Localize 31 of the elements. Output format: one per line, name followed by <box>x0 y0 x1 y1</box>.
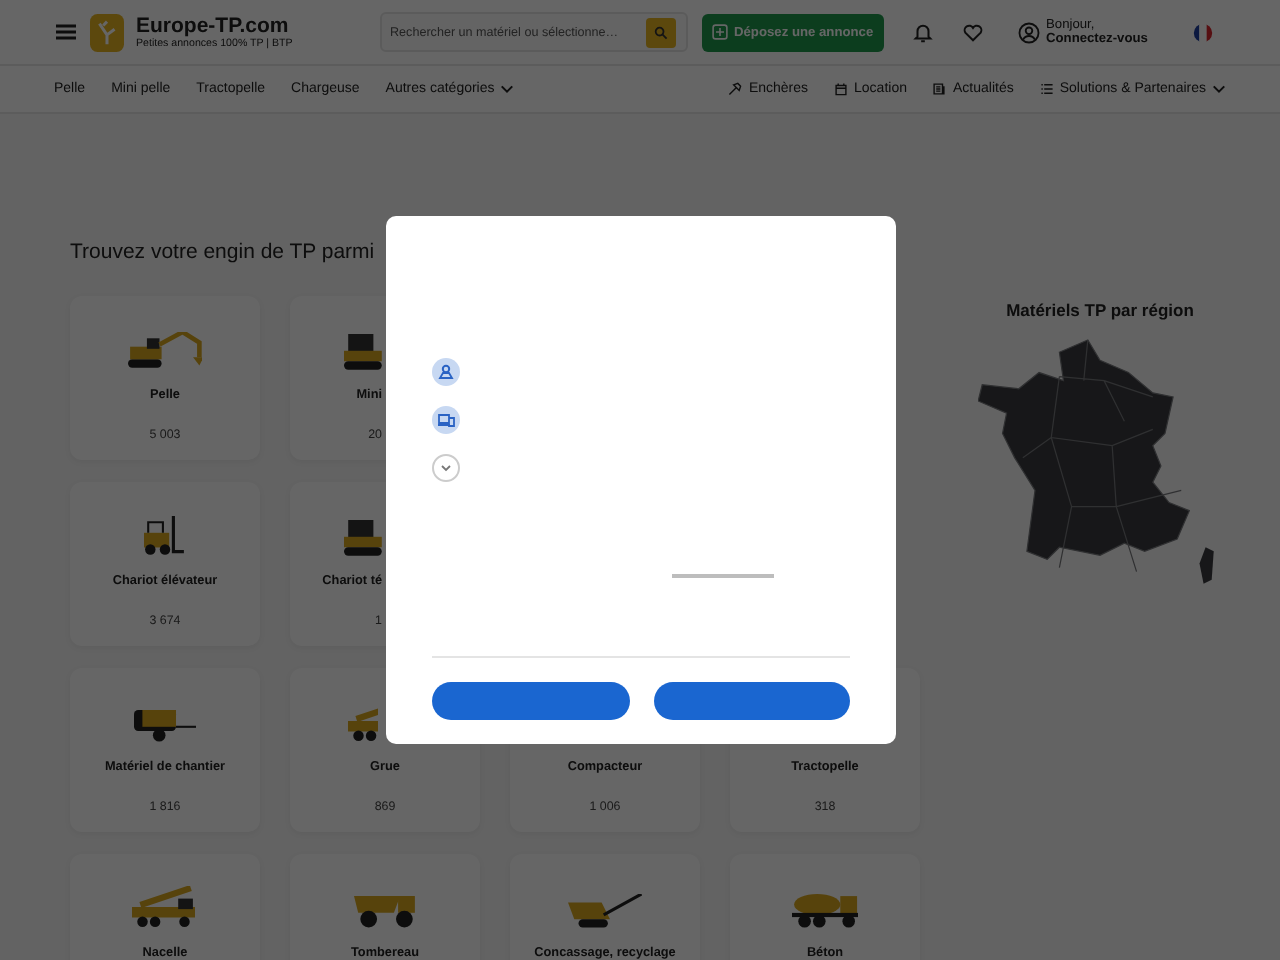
user-badge-icon <box>432 358 460 386</box>
lift-truck-icon <box>132 886 198 928</box>
list-icon <box>1039 82 1054 96</box>
plus-square-icon <box>712 24 728 40</box>
calendar-icon <box>834 82 849 96</box>
section-heading: Trouvez votre engin de TP parmi <box>70 240 377 264</box>
mini-digger-icon <box>344 334 382 370</box>
flag-icon[interactable] <box>1192 21 1214 43</box>
chevron-down-icon <box>1212 84 1226 94</box>
search-button[interactable] <box>646 17 676 47</box>
devices-icon <box>432 406 460 434</box>
heart-icon[interactable] <box>962 21 984 43</box>
site-title[interactable]: Europe-TP.com <box>136 13 380 37</box>
news-icon <box>932 82 947 96</box>
menu-icon[interactable] <box>56 24 76 40</box>
bell-icon[interactable] <box>912 21 934 43</box>
chevron-down-icon <box>500 84 515 94</box>
dialog-button[interactable] <box>653 682 850 720</box>
mixer-truck-icon <box>791 894 859 928</box>
map-title: Matériels TP par région <box>1006 300 1194 320</box>
hammer-icon <box>728 82 743 96</box>
search-icon <box>654 25 668 39</box>
dump-truck-icon <box>354 896 416 928</box>
crusher-icon <box>568 894 642 928</box>
dialog-button[interactable] <box>432 682 629 720</box>
telehandler-icon <box>344 520 382 556</box>
trailer-icon <box>133 710 197 742</box>
excavator-icon <box>127 332 203 370</box>
forklift-icon <box>144 516 186 556</box>
user-icon[interactable] <box>1018 21 1040 43</box>
chevron-down-icon[interactable] <box>432 454 460 482</box>
